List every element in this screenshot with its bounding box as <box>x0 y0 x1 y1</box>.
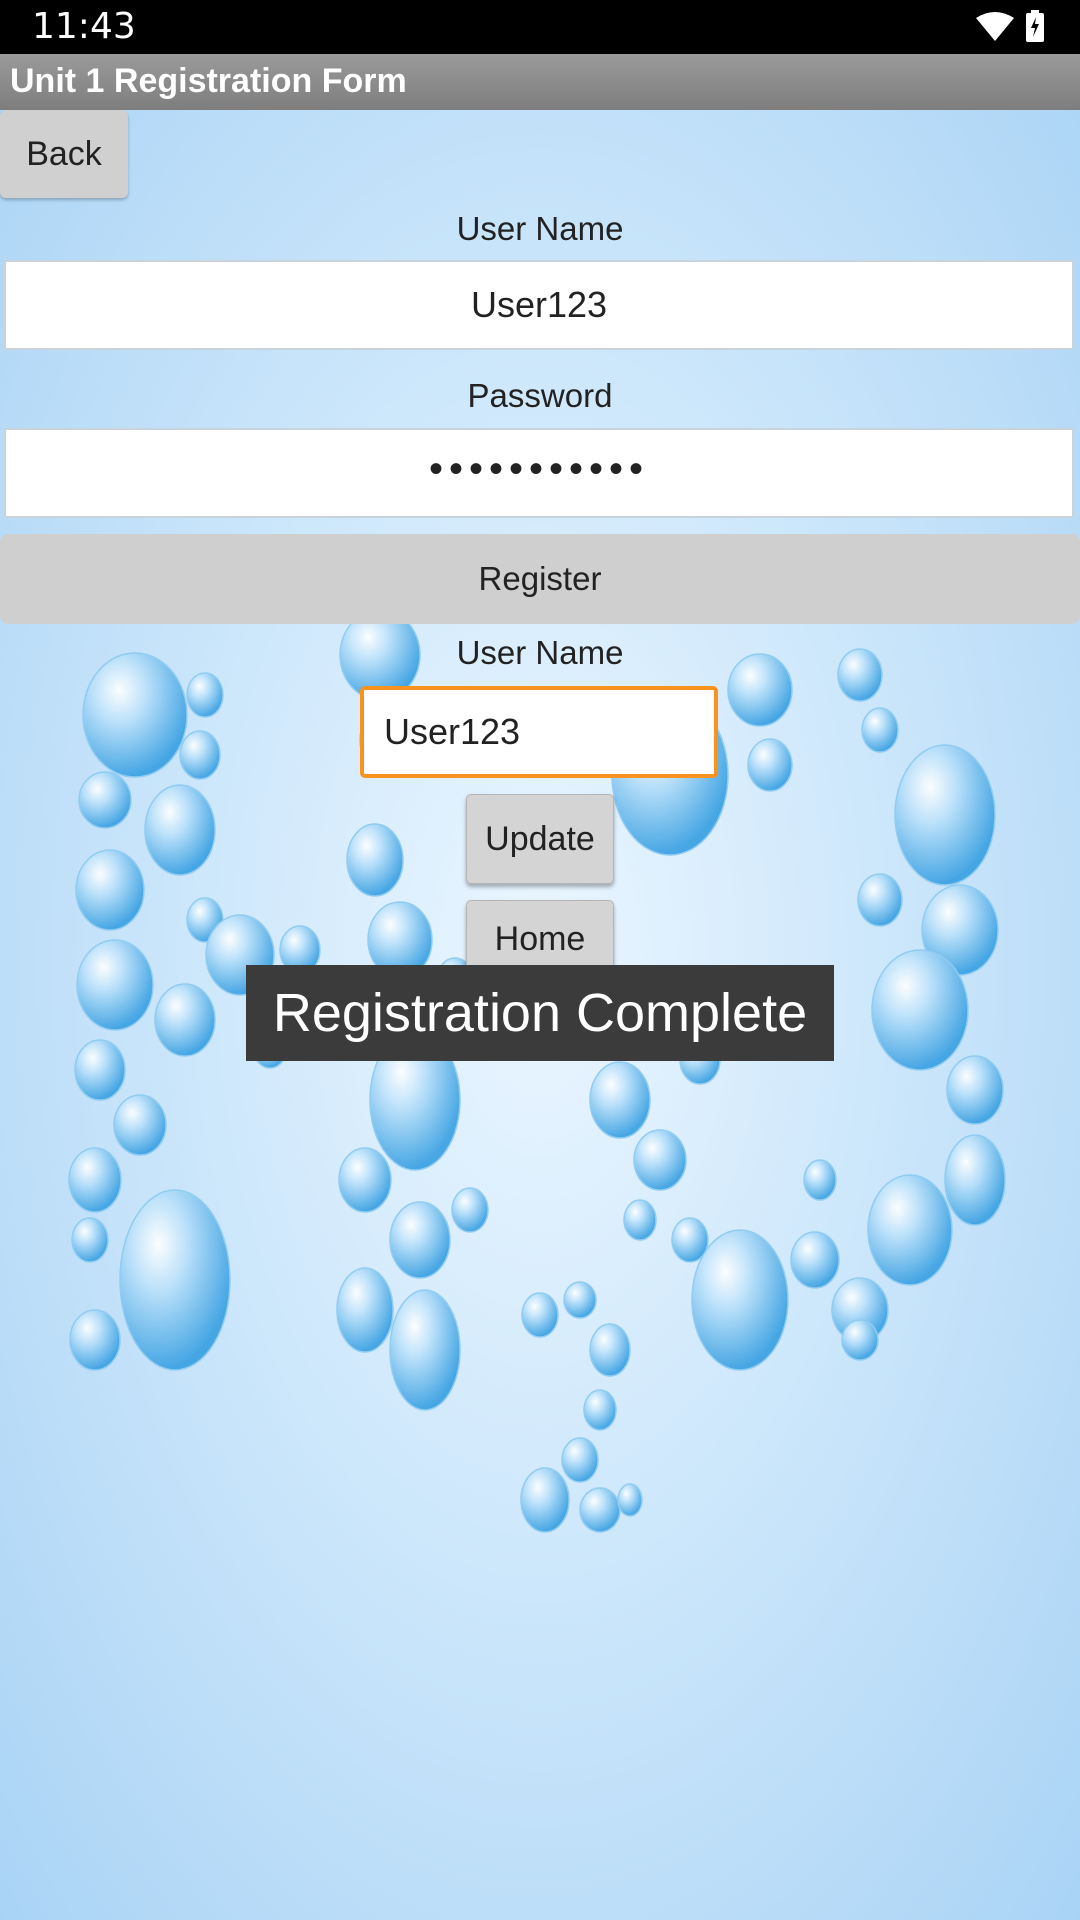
title-bar: Unit 1 Registration Form <box>0 54 1080 110</box>
username-label: User Name <box>456 210 624 247</box>
update-username-label: User Name <box>456 634 624 671</box>
back-button[interactable]: Back <box>0 110 128 198</box>
status-time: 11:43 <box>32 6 136 47</box>
update-button[interactable]: Update <box>466 794 614 884</box>
register-button[interactable]: Register <box>0 534 1080 624</box>
password-label: Password <box>467 377 613 414</box>
update-username-field[interactable]: User123 <box>360 686 718 778</box>
toast-message: Registration Complete <box>246 965 834 1061</box>
username-field[interactable]: User123 <box>4 260 1074 350</box>
battery-icon <box>1026 10 1044 42</box>
status-bar: 11:43 <box>0 0 1080 54</box>
password-field[interactable]: ••••••••••• <box>4 428 1074 518</box>
page-title: Unit 1 Registration Form <box>10 62 407 100</box>
wifi-icon <box>976 12 1014 41</box>
